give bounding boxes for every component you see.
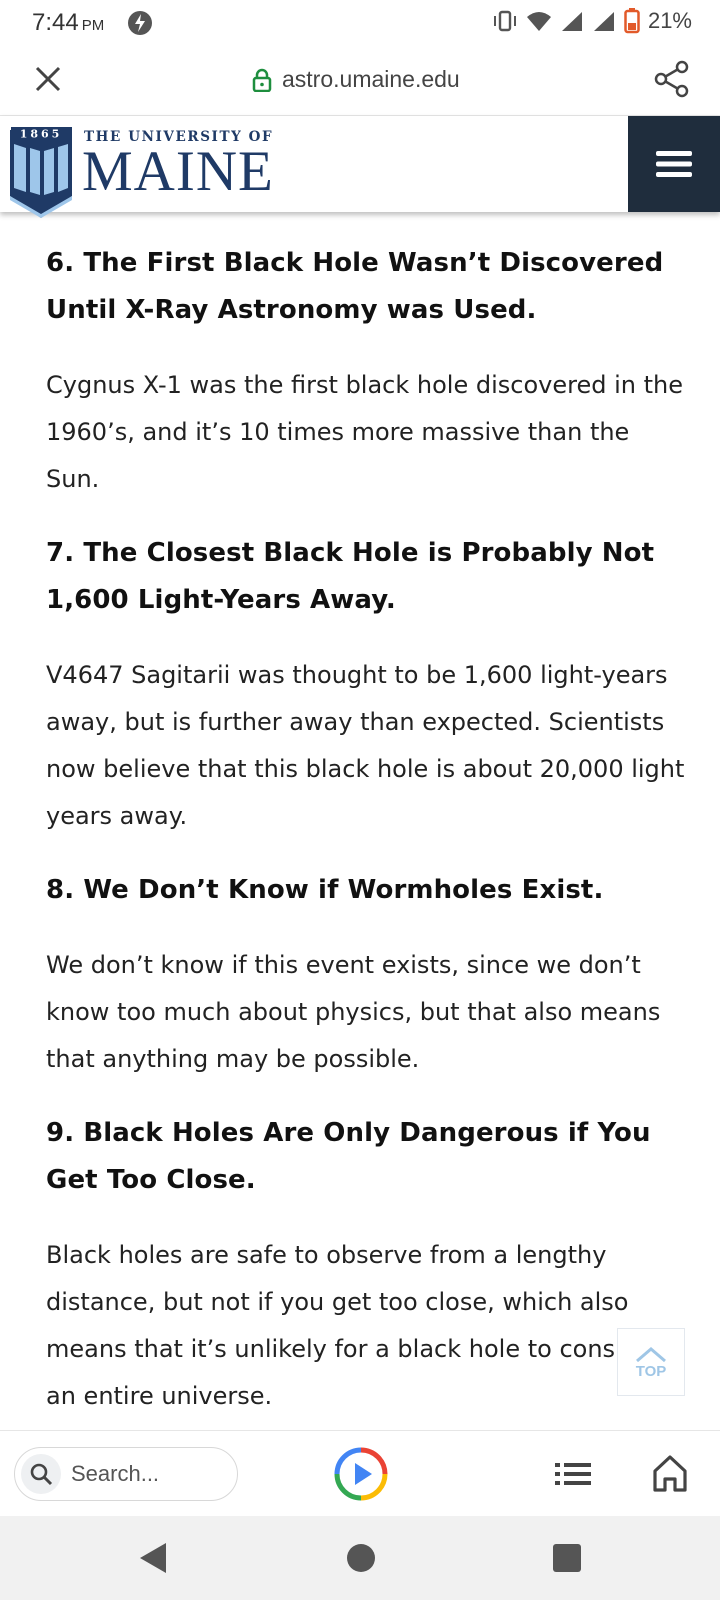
share-button[interactable] xyxy=(652,59,692,99)
section-title: 8. We Don’t Know if Wormholes Exist. xyxy=(46,875,604,905)
url-bar[interactable]: astro.umaine.edu xyxy=(252,66,460,93)
menu-button[interactable] xyxy=(628,116,720,212)
hamburger-icon xyxy=(656,151,692,177)
close-tab-button[interactable] xyxy=(30,61,66,97)
browser-bottom-bar: Search... xyxy=(0,1430,720,1516)
signal-icon-2 xyxy=(593,12,614,31)
article-section: 9. Black Holes Are Only Dangerous if You… xyxy=(46,1110,686,1420)
section-body: V4647 Sagitarii was thought to be 1,600 … xyxy=(46,661,685,830)
article-section: 6. The First Black Hole Wasn’t Discovere… xyxy=(46,240,686,503)
article-section: 8. We Don’t Know if Wormholes Exist. We … xyxy=(46,867,686,1083)
section-body: Cygnus X-1 was the first black hole disc… xyxy=(46,371,683,493)
back-icon[interactable] xyxy=(136,1540,170,1576)
battery-percent: 21% xyxy=(647,8,692,33)
status-icons: 21% xyxy=(492,8,692,34)
lock-icon xyxy=(252,68,272,92)
system-nav-bar xyxy=(0,1516,720,1600)
scroll-top-label: TOP xyxy=(635,1362,667,1380)
list-icon[interactable] xyxy=(555,1457,591,1491)
logo-line2: MAINE xyxy=(82,140,274,203)
status-time-value: 7:44 xyxy=(32,9,79,36)
url-text: astro.umaine.edu xyxy=(282,66,460,92)
wifi-icon xyxy=(526,12,551,31)
search-input[interactable]: Search... xyxy=(14,1447,238,1501)
scroll-top-button[interactable]: TOP xyxy=(617,1328,685,1396)
section-title: 6. The First Black Hole Wasn’t Discovere… xyxy=(46,248,664,325)
status-time-ampm: PM xyxy=(81,17,105,34)
battery-icon xyxy=(624,8,640,34)
section-body: Black holes are safe to observe from a l… xyxy=(46,1241,669,1410)
play-icon[interactable] xyxy=(334,1447,388,1501)
search-icon xyxy=(21,1454,61,1494)
data-saver-icon xyxy=(128,11,152,35)
logo-year: 1865 xyxy=(20,128,63,141)
home-circle-icon[interactable] xyxy=(347,1544,375,1572)
article-content: 6. The First Black Hole Wasn’t Discovere… xyxy=(46,212,686,1430)
status-bar: 7:44 PM 21% xyxy=(0,0,720,46)
section-body: We don’t know if this event exists, sinc… xyxy=(46,951,661,1073)
chevron-up-icon xyxy=(636,1346,666,1362)
section-title: 7. The Closest Black Hole is Probably No… xyxy=(46,538,655,615)
university-logo[interactable]: 1865 THE UNIVERSITY OF MAINE xyxy=(8,126,308,222)
browser-toolbar: astro.umaine.edu xyxy=(0,46,720,116)
recent-apps-icon[interactable] xyxy=(553,1544,581,1572)
site-header: 1865 THE UNIVERSITY OF MAINE xyxy=(0,116,720,218)
section-title: 9. Black Holes Are Only Dangerous if You… xyxy=(46,1118,651,1195)
article-section: 7. The Closest Black Hole is Probably No… xyxy=(46,530,686,840)
vibrate-icon xyxy=(493,10,516,32)
status-time: 7:44 PM xyxy=(32,9,104,37)
search-placeholder: Search... xyxy=(71,1461,160,1486)
home-icon[interactable] xyxy=(652,1453,688,1493)
signal-icon xyxy=(561,12,582,31)
